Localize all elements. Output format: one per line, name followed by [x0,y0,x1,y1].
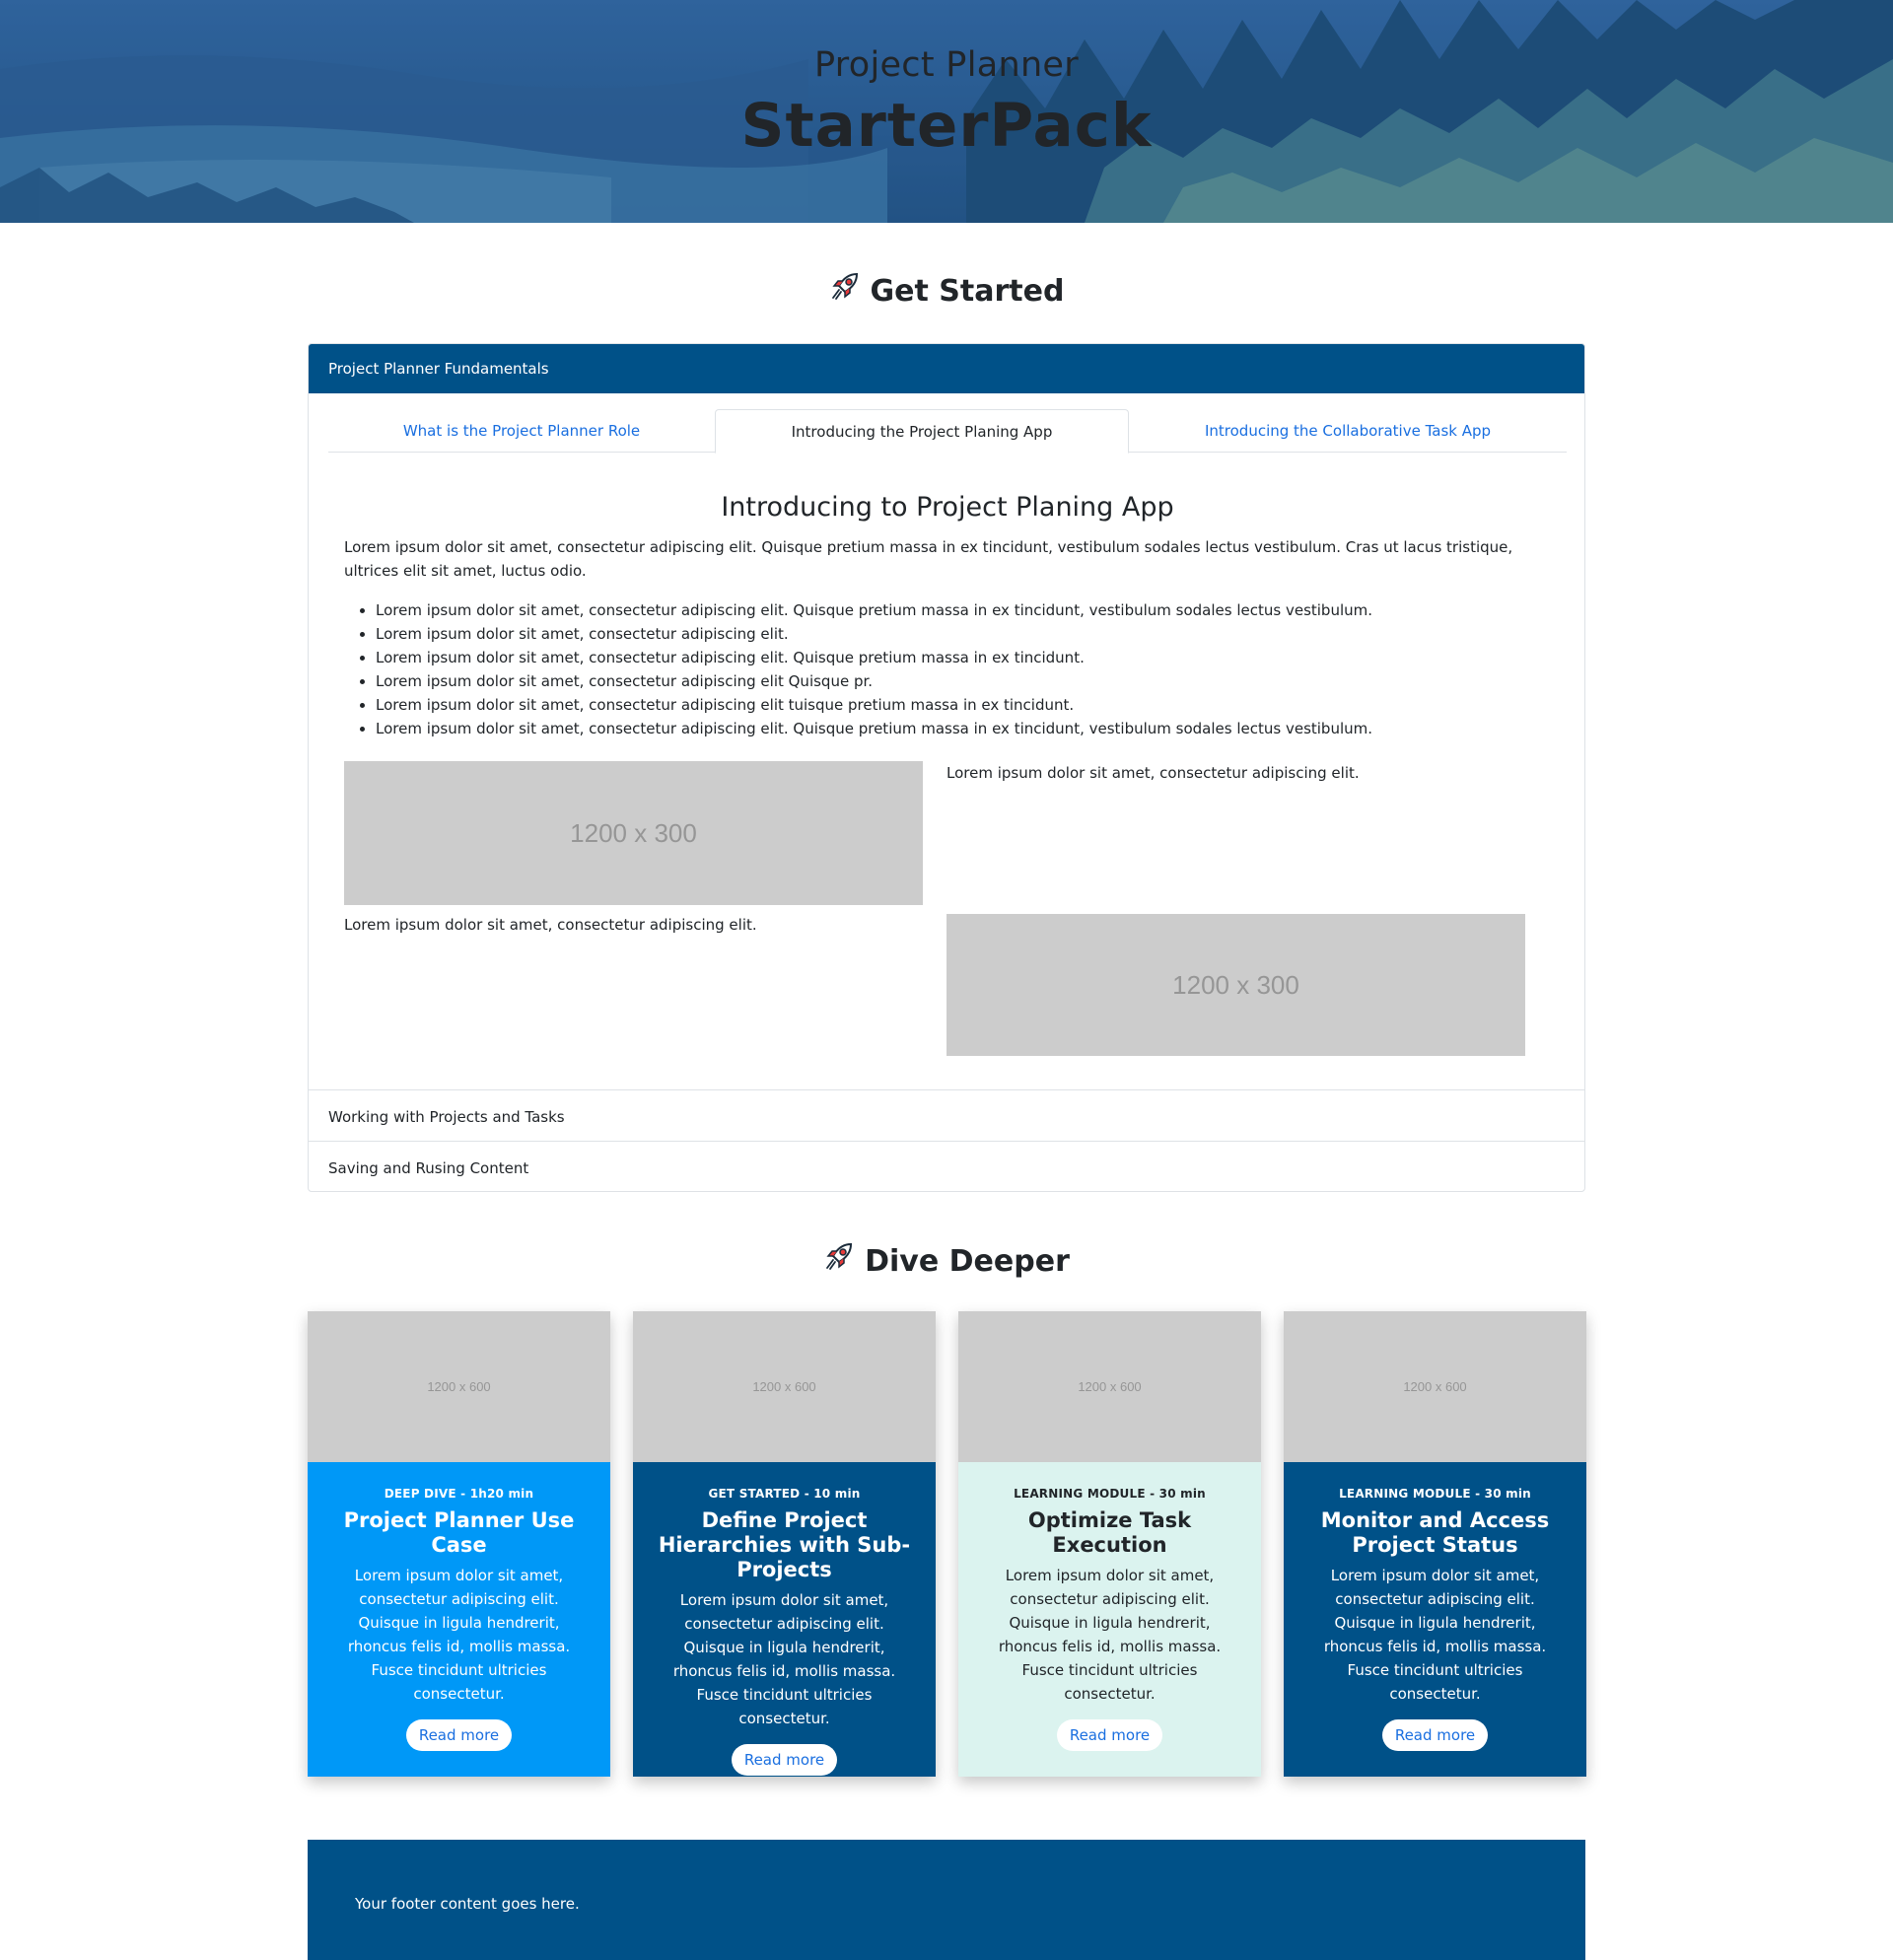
card-sub-projects: 1200 x 600 GET STARTED - 10 min Define P… [633,1311,936,1777]
card-placeholder-image: 1200 x 600 [308,1311,610,1462]
card-title: Project Planner Use Case [343,1508,575,1557]
card-kicker: DEEP DIVE - 1h20 min [384,1487,534,1501]
tab-project-planner-role[interactable]: What is the Project Planner Role [328,409,715,453]
list-item: Lorem ipsum dolor sit amet, consectetur … [376,598,1559,622]
hero-subtitle: Project Planner [814,45,1079,85]
dive-deeper-title: Dive Deeper [865,1244,1070,1279]
list-item: Lorem ipsum dolor sit amet, consectetur … [376,717,1559,740]
get-started-heading: Get Started [0,272,1893,310]
card-title: Optimize Task Execution [1027,1508,1192,1557]
card-placeholder-image: 1200 x 600 [1284,1311,1586,1462]
card-title: Monitor and Access Project Status [1320,1508,1550,1557]
card-placeholder-image: 1200 x 600 [633,1311,936,1462]
card-kicker: LEARNING MODULE - 30 min [1014,1487,1206,1501]
footer: Your footer content goes here. [308,1840,1585,1960]
read-more-button[interactable]: Read more [1056,1719,1163,1751]
hero-title: StarterPack [740,91,1153,161]
card-body: DEEP DIVE - 1h20 min Project Planner Use… [308,1462,610,1777]
rocket-icon [823,1240,855,1280]
get-started-title: Get Started [870,274,1065,309]
list-item: Lorem ipsum dolor sit amet, consectetur … [376,646,1559,669]
card-body: LEARNING MODULE - 30 min Optimize Task E… [958,1462,1261,1777]
card-body: LEARNING MODULE - 30 min Monitor and Acc… [1284,1462,1586,1777]
pane-bullet-list: Lorem ipsum dolor sit amet, consectetur … [376,598,1559,740]
rocket-icon [829,270,861,310]
placeholder-image-2: 1200 x 300 [946,914,1525,1056]
card-kicker: GET STARTED - 10 min [708,1487,861,1501]
card-task-execution: 1200 x 600 LEARNING MODULE - 30 min Opti… [958,1311,1261,1777]
accordion-header-saving-content[interactable]: Saving and Rusing Content [309,1141,1584,1191]
accordion-header-projects-tasks[interactable]: Working with Projects and Tasks [309,1089,1584,1141]
list-item: Lorem ipsum dolor sit amet, consectetur … [376,622,1559,646]
card-text: Lorem ipsum dolor sit amet, consectetur … [347,1567,571,1703]
read-more-button[interactable]: Read more [405,1719,513,1751]
card-project-status: 1200 x 600 LEARNING MODULE - 30 min Moni… [1284,1311,1586,1777]
tab-bar: What is the Project Planner Role Introdu… [328,409,1567,454]
read-more-button[interactable]: Read more [1381,1719,1489,1751]
card-body: GET STARTED - 10 min Define Project Hier… [633,1462,936,1777]
tab-project-planing-app[interactable]: Introducing the Project Planing App [715,409,1129,454]
pane-title: Introducing to Project Planing App [721,492,1174,523]
card-text: Lorem ipsum dolor sit amet, consectetur … [998,1567,1222,1703]
side-text-2: Lorem ipsum dolor sit amet, consectetur … [344,916,757,934]
card-text: Lorem ipsum dolor sit amet, consectetur … [1323,1567,1547,1703]
list-item: Lorem ipsum dolor sit amet, consectetur … [376,693,1559,717]
card-placeholder-image: 1200 x 600 [958,1311,1261,1462]
card-title: Define Project Hierarchies with Sub-Proj… [658,1508,911,1581]
card-use-case: 1200 x 600 DEEP DIVE - 1h20 min Project … [308,1311,610,1777]
hero-banner: Project Planner StarterPack [0,0,1893,223]
card-kicker: LEARNING MODULE - 30 min [1339,1487,1531,1501]
dive-deeper-heading: Dive Deeper [0,1242,1893,1280]
fundamentals-accordion: Project Planner Fundamentals What is the… [308,343,1585,1192]
side-text-1: Lorem ipsum dolor sit amet, consectetur … [946,764,1360,782]
read-more-button[interactable]: Read more [731,1744,838,1776]
placeholder-image-1: 1200 x 300 [344,761,923,905]
tab-collaborative-task-app[interactable]: Introducing the Collaborative Task App [1129,409,1567,453]
card-text: Lorem ipsum dolor sit amet, consectetur … [672,1591,896,1727]
list-item: Lorem ipsum dolor sit amet, consectetur … [376,669,1559,693]
footer-text: Your footer content goes here. [355,1895,580,1913]
accordion-header-fundamentals[interactable]: Project Planner Fundamentals [309,344,1584,393]
pane-intro-text: Lorem ipsum dolor sit amet, consectetur … [344,538,1513,580]
